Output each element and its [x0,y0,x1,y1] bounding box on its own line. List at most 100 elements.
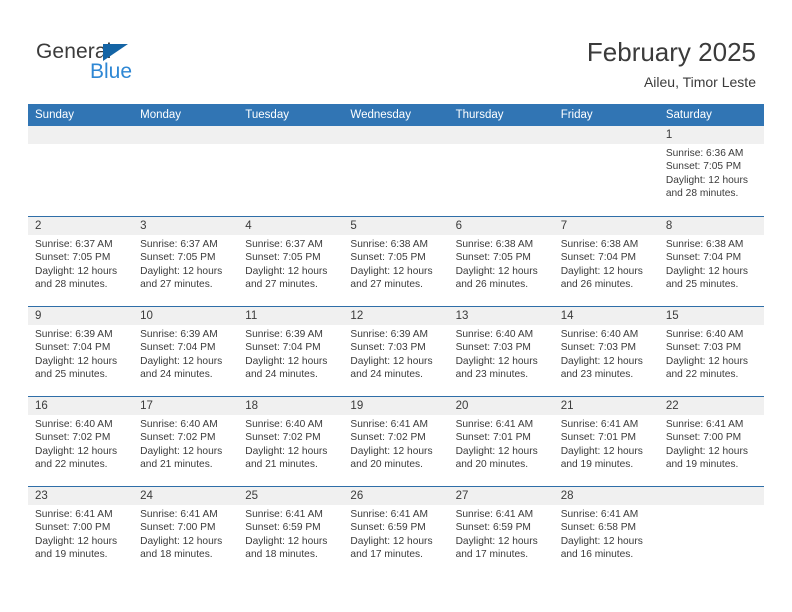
day-cell[interactable]: 19 Sunrise: 6:41 AM Sunset: 7:02 PM Dayligh… [343,397,449,486]
day-number-band: 16 [28,397,134,415]
sunrise-text: Sunrise: 6:38 AM [350,239,429,250]
day-number: 11 [245,310,258,322]
day-cell[interactable]: 10 Sunrise: 6:39 AM Sunset: 7:04 PM Dayligh… [133,307,239,396]
day-cell[interactable]: 13 Sunrise: 6:40 AM Sunset: 7:03 PM Dayligh… [448,307,554,396]
day-cell[interactable]: 24 Sunrise: 6:41 AM Sunset: 7:00 PM Dayligh… [133,487,239,576]
sunset-text: Sunset: 7:02 PM [350,432,426,444]
general-blue-logo[interactable]: General Blue [36,40,166,90]
daylight-text-line2: and 24 minutes. [140,369,213,381]
sunrise-text: Sunrise: 6:39 AM [35,329,113,340]
daylight-text-line1: Daylight: 12 hours [35,265,118,277]
day-details: Sunrise: 6:39 AM Sunset: 7:04 PM Daylight:… [238,325,343,382]
day-cell-empty [238,126,344,216]
daylight-text-line1: Daylight: 12 hours [455,535,538,547]
day-details: Sunrise: 6:37 AM Sunset: 7:05 PM Daylight:… [238,235,343,292]
calendar-week-row: 1 Sunrise: 6:36 AM Sunset: 7:05 PM Daylight… [28,126,764,216]
calendar-week-row: 16 Sunrise: 6:40 AM Sunset: 7:02 PM Dayligh… [28,396,764,486]
daylight-text-line1: Daylight: 12 hours [665,355,748,367]
day-cell[interactable]: 15 Sunrise: 6:40 AM Sunset: 7:03 PM Dayligh… [658,307,764,396]
day-details: Sunrise: 6:38 AM Sunset: 7:04 PM Daylight:… [659,235,764,292]
daylight-text-line2: and 19 minutes. [35,549,108,561]
day-details: Sunrise: 6:39 AM Sunset: 7:03 PM Daylight:… [343,325,448,382]
day-number-band [658,487,764,505]
day-number: 8 [665,220,673,232]
day-number-band: 19 [343,397,449,415]
day-details [28,144,133,147]
day-cell[interactable]: 21 Sunrise: 6:41 AM Sunset: 7:01 PM Dayligh… [553,397,659,486]
sunset-text: Sunset: 7:04 PM [35,342,111,354]
day-cell[interactable]: 16 Sunrise: 6:40 AM Sunset: 7:02 PM Dayligh… [28,397,134,486]
sunset-text: Sunset: 7:03 PM [665,342,742,354]
daylight-text-line1: Daylight: 12 hours [350,535,433,547]
day-cell[interactable]: 6 Sunrise: 6:38 AM Sunset: 7:05 PM Daylight… [448,217,554,306]
day-cell[interactable]: 14 Sunrise: 6:40 AM Sunset: 7:03 PM Dayligh… [553,307,659,396]
day-number-band: 9 [28,307,134,325]
day-cell[interactable]: 18 Sunrise: 6:40 AM Sunset: 7:02 PM Dayligh… [238,397,344,486]
sunrise-text: Sunrise: 6:38 AM [455,239,534,250]
day-cell[interactable]: 5 Sunrise: 6:38 AM Sunset: 7:05 PM Daylight… [343,217,449,306]
day-details [659,505,764,508]
sunrise-text: Sunrise: 6:40 AM [560,329,639,340]
daylight-text-line2: and 18 minutes. [245,549,318,561]
day-details: Sunrise: 6:41 AM Sunset: 6:58 PM Daylight:… [554,505,659,562]
day-number: 12 [350,310,364,322]
day-cell[interactable]: 26 Sunrise: 6:41 AM Sunset: 6:59 PM Dayligh… [343,487,449,576]
day-cell[interactable]: 7 Sunrise: 6:38 AM Sunset: 7:04 PM Daylight… [553,217,659,306]
sunset-text: Sunset: 7:05 PM [140,252,216,264]
calendar-grid: Sunday Monday Tuesday Wednesday Thursday Frid… [28,104,764,576]
weekday-header-friday: Friday [560,109,593,121]
sunrise-text: Sunrise: 6:41 AM [665,419,744,430]
day-cell[interactable]: 3 Sunrise: 6:37 AM Sunset: 7:05 PM Daylight… [133,217,239,306]
calendar-weeks: 1 Sunrise: 6:36 AM Sunset: 7:05 PM Daylight… [28,126,764,576]
day-cell[interactable]: 8 Sunrise: 6:38 AM Sunset: 7:04 PM Daylight… [658,217,764,306]
daylight-text-line2: and 27 minutes. [140,279,213,291]
day-cell[interactable]: 23 Sunrise: 6:41 AM Sunset: 7:00 PM Dayligh… [28,487,134,576]
sunrise-text: Sunrise: 6:40 AM [665,329,744,340]
day-details: Sunrise: 6:40 AM Sunset: 7:02 PM Daylight:… [28,415,133,472]
daylight-text-line2: and 23 minutes. [560,369,634,381]
day-number-band: 2 [28,217,134,235]
day-number-band: 4 [238,217,344,235]
page-header: General Blue February 2025 Aileu, Timor … [0,0,792,104]
day-number-band: 25 [238,487,344,505]
day-cell[interactable]: 28 Sunrise: 6:41 AM Sunset: 6:58 PM Dayligh… [553,487,659,576]
daylight-text-line1: Daylight: 12 hours [560,445,643,457]
day-cell[interactable]: 2 Sunrise: 6:37 AM Sunset: 7:05 PM Daylight… [28,217,134,306]
day-number: 1 [665,129,673,141]
daylight-text-line2: and 16 minutes. [560,549,634,561]
daylight-text-line2: and 26 minutes. [455,279,529,291]
day-number: 6 [455,220,462,232]
day-cell[interactable]: 12 Sunrise: 6:39 AM Sunset: 7:03 PM Dayligh… [343,307,449,396]
title-block: February 2025 Aileu, Timor Leste [587,36,756,91]
sunset-text: Sunset: 7:05 PM [350,252,426,264]
sunset-text: Sunset: 7:02 PM [35,432,111,444]
sunset-text: Sunset: 7:04 PM [560,252,637,264]
day-cell[interactable]: 4 Sunrise: 6:37 AM Sunset: 7:05 PM Daylight… [238,217,344,306]
day-number-band: 27 [448,487,554,505]
day-number-band: 1 [658,126,764,144]
day-cell[interactable]: 22 Sunrise: 6:41 AM Sunset: 7:00 PM Dayligh… [658,397,764,486]
sunset-text: Sunset: 7:04 PM [665,252,742,264]
day-cell[interactable]: 25 Sunrise: 6:41 AM Sunset: 6:59 PM Dayligh… [238,487,344,576]
day-number-band: 10 [133,307,239,325]
day-cell[interactable]: 20 Sunrise: 6:41 AM Sunset: 7:01 PM Dayligh… [448,397,554,486]
day-cell[interactable]: 11 Sunrise: 6:39 AM Sunset: 7:04 PM Dayligh… [238,307,344,396]
sunset-text: Sunset: 7:02 PM [245,432,321,444]
weekday-header-thursday: Thursday [455,109,504,121]
sunset-text: Sunset: 6:59 PM [455,522,531,534]
day-cell[interactable]: 9 Sunrise: 6:39 AM Sunset: 7:04 PM Daylight… [28,307,134,396]
day-number: 21 [560,400,574,412]
daylight-text-line1: Daylight: 12 hours [350,355,433,367]
day-cell[interactable]: 27 Sunrise: 6:41 AM Sunset: 6:59 PM Dayligh… [448,487,554,576]
day-number-band: 18 [238,397,344,415]
sunrise-text: Sunrise: 6:41 AM [560,509,639,520]
day-cell[interactable]: 1 Sunrise: 6:36 AM Sunset: 7:05 PM Daylight… [658,126,764,216]
sunset-text: Sunset: 7:05 PM [455,252,531,264]
day-cell[interactable]: 17 Sunrise: 6:40 AM Sunset: 7:02 PM Dayligh… [133,397,239,486]
daylight-text-line1: Daylight: 12 hours [140,355,223,367]
day-details: Sunrise: 6:36 AM Sunset: 7:05 PM Daylight:… [659,144,764,201]
sunrise-text: Sunrise: 6:40 AM [35,419,113,430]
daylight-text-line2: and 20 minutes. [455,459,529,471]
calendar-week-row: 2 Sunrise: 6:37 AM Sunset: 7:05 PM Daylight… [28,216,764,306]
sunset-text: Sunset: 7:03 PM [455,342,531,354]
